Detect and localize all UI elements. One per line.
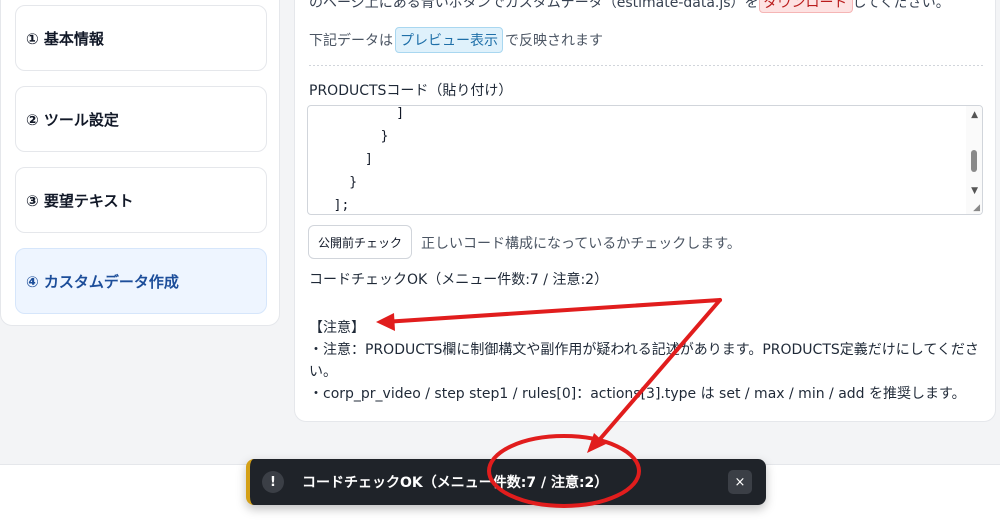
toast-notification: ! コードチェックOK（メニュー件数:7 / 注意:2） × [246,459,766,505]
notice-block: 【注意】 ・注意：PRODUCTS欄に制御構文や副作用が疑われる記述があります。… [309,317,989,405]
scroll-up-icon[interactable]: ▲ [971,110,978,120]
products-code-textarea[interactable]: ] } ] } ]; ▲ ▼ ◢ [307,105,983,215]
step-label: ① 基本情報 [26,29,104,48]
preview-chip: プレビュー表示 [395,27,503,53]
products-code-label: PRODUCTSコード（貼り付け） [309,83,513,99]
step-basic-info[interactable]: ① 基本情報 [15,5,267,71]
check-description: 正しいコード構成になっているかチェックします。 [421,236,741,252]
step-label: ③ 要望テキスト [26,191,134,210]
code-scrollbar[interactable]: ▲ ▼ [966,106,982,214]
download-chip: ダウンロード [758,0,853,13]
check-result: コードチェックOK（メニュー件数:7 / 注意:2） [309,272,609,288]
arrowhead-down [587,433,606,453]
section-divider [309,65,983,66]
warning-icon: ! [262,471,284,493]
step-request-text[interactable]: ③ 要望テキスト [15,167,267,233]
resize-grip-icon[interactable]: ◢ [973,203,980,213]
toast-message: コードチェックOK（メニュー件数:7 / 注意:2） [302,475,609,491]
step-sidebar: ① 基本情報 ② ツール設定 ③ 要望テキスト ④ カスタムデータ作成 [0,0,280,326]
scroll-down-icon[interactable]: ▼ [971,186,978,196]
step-tool-settings[interactable]: ② ツール設定 [15,86,267,152]
pre-publish-check-button[interactable]: 公開前チェック [308,225,413,259]
step-custom-data[interactable]: ④ カスタムデータ作成 [15,248,267,314]
notice-item: ・corp_pr_video / step step1 / rules[0]：a… [309,386,966,402]
notice-heading: 【注意】 [309,320,365,336]
code-content[interactable]: ] } ] } ]; [308,106,982,214]
preview-instruction: 下記データは プレビュー表示 で反映されます [309,27,603,53]
step-label: ④ カスタムデータ作成 [26,272,179,291]
download-instruction: のページ上にある青いボタンでカスタムデータ（estimate-data.js）を… [309,0,950,13]
notice-item: ・注意：PRODUCTS欄に制御構文や副作用が疑われる記述があります。PRODU… [309,342,979,380]
toast-close-button[interactable]: × [728,470,752,494]
custom-data-panel: のページ上にある青いボタンでカスタムデータ（estimate-data.js）を… [294,0,996,422]
scroll-thumb[interactable] [971,150,977,172]
step-label: ② ツール設定 [26,110,119,129]
